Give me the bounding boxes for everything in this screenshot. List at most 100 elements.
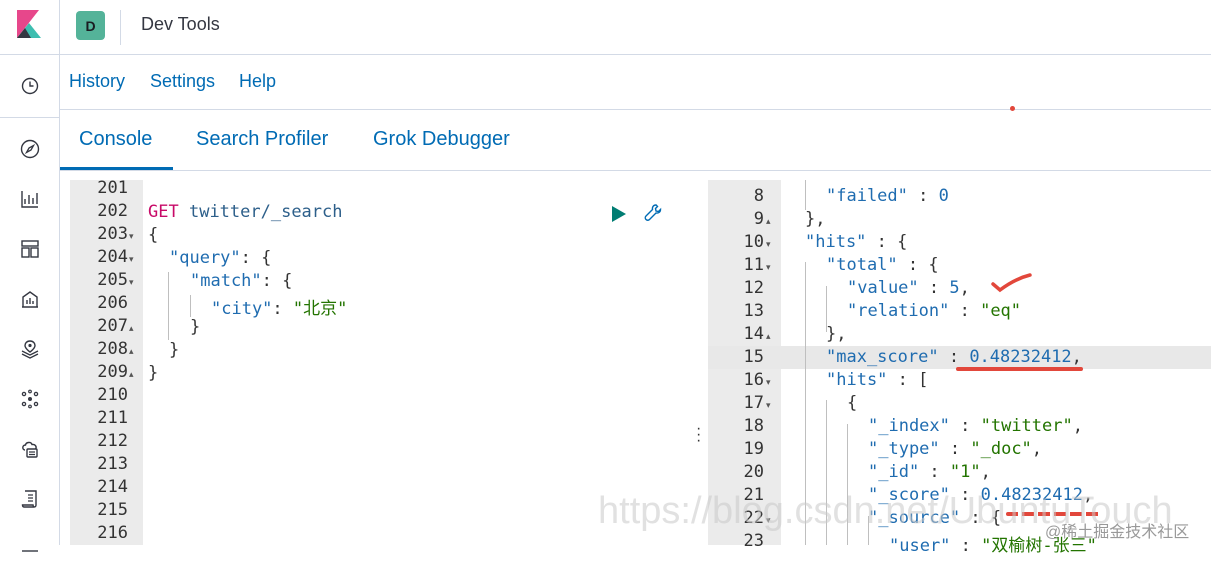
checkmark-annotation bbox=[991, 273, 1032, 293]
line-number: 201 bbox=[97, 178, 128, 198]
fold-arrow-down-icon[interactable]: ▾ bbox=[766, 377, 771, 388]
tab-grok-debugger[interactable]: Grok Debugger bbox=[373, 128, 510, 151]
kibana-logo-icon bbox=[17, 10, 41, 38]
recently-viewed-button[interactable] bbox=[14, 70, 46, 102]
id-value: "1" bbox=[949, 462, 981, 482]
resp-index-line: "_index" : "twitter", bbox=[868, 416, 1083, 436]
header-divider bbox=[120, 10, 121, 45]
line-number: 214 bbox=[97, 477, 128, 497]
fold-arrow-down-icon[interactable]: ▾ bbox=[766, 239, 771, 250]
canvas-icon bbox=[22, 291, 38, 308]
resp-failed-line: "failed" : 0 bbox=[826, 186, 949, 206]
resp-relation-line: "relation" : "eq" bbox=[847, 301, 1022, 321]
request-editor[interactable]: 201 202 203 ▾ 204 ▾ 205 ▾ 206 207 ▴ 208 ▴ 209 ▴ 210 211 2… bbox=[70, 178, 690, 545]
source-credit: @稀土掘金技术社区 bbox=[1045, 524, 1190, 541]
help-link[interactable]: Help bbox=[239, 71, 276, 92]
wrench-icon[interactable] bbox=[643, 202, 665, 224]
line-number: 15 bbox=[743, 347, 764, 367]
code-match-line: "match": { bbox=[190, 271, 293, 291]
relation-key: "relation" bbox=[847, 301, 950, 321]
fold-arrow-up-icon[interactable]: ▴ bbox=[766, 216, 771, 227]
fold-arrow-down-icon[interactable]: ▾ bbox=[129, 254, 134, 265]
line-number: 23 bbox=[743, 531, 764, 551]
fold-arrow-down-icon[interactable]: ▾ bbox=[766, 400, 771, 411]
type-value: "_doc" bbox=[970, 439, 1032, 459]
play-icon[interactable] bbox=[610, 204, 628, 224]
city-key: "city" bbox=[211, 299, 273, 319]
line-number: 205 bbox=[97, 270, 128, 290]
maps-icon bbox=[21, 340, 39, 359]
max-score-key: "max_score" bbox=[826, 347, 939, 367]
id-key: "_id" bbox=[868, 462, 920, 482]
fold-arrow-up-icon[interactable]: ▴ bbox=[129, 323, 134, 334]
active-tab-indicator bbox=[60, 167, 173, 170]
code-open-brace: { bbox=[148, 225, 159, 245]
code-close-outer: } bbox=[148, 363, 159, 383]
nav-maps[interactable] bbox=[14, 333, 46, 365]
tab-search-profiler[interactable]: Search Profiler bbox=[196, 128, 328, 151]
side-nav bbox=[0, 55, 60, 552]
value-key: "value" bbox=[847, 278, 919, 298]
resp-total-line: "total" : { bbox=[826, 255, 939, 275]
resp-hits-line: "hits" : { bbox=[805, 232, 908, 252]
nav-logs[interactable] bbox=[14, 483, 46, 515]
code-close-inner: } bbox=[190, 317, 201, 337]
nav-visualize[interactable] bbox=[14, 183, 46, 215]
line-number: 203 bbox=[97, 224, 128, 244]
fold-arrow-up-icon[interactable]: ▴ bbox=[129, 369, 134, 380]
ml-icon bbox=[21, 389, 39, 409]
tool-tabs: Console Search Profiler Grok Debugger bbox=[60, 111, 1211, 171]
value-value: 5 bbox=[949, 278, 960, 298]
match-key: "match" bbox=[190, 271, 262, 291]
fold-arrow-down-icon[interactable]: ▾ bbox=[129, 231, 134, 242]
line-number: 212 bbox=[97, 431, 128, 451]
line-number: 13 bbox=[743, 301, 764, 321]
line-number: 204 bbox=[97, 247, 128, 267]
line-number: 216 bbox=[97, 523, 128, 543]
nav-discover[interactable] bbox=[14, 133, 46, 165]
line-number: 10 bbox=[743, 232, 764, 252]
visualize-icon bbox=[21, 191, 38, 208]
code-close-mid: } bbox=[169, 340, 180, 360]
fold-arrow-down-icon[interactable]: ▾ bbox=[766, 262, 771, 273]
nav-infrastructure[interactable] bbox=[14, 433, 46, 465]
line-number: 210 bbox=[97, 385, 128, 405]
failed-value: 0 bbox=[938, 186, 949, 206]
kibana-logo[interactable] bbox=[0, 0, 60, 55]
settings-link[interactable]: Settings bbox=[150, 71, 215, 92]
stack-monitoring-icon bbox=[22, 441, 38, 458]
line-number: 11 bbox=[743, 255, 764, 275]
line-number: 18 bbox=[743, 416, 764, 436]
request-method: GET bbox=[148, 202, 179, 222]
line-number: 12 bbox=[743, 278, 764, 298]
line-number: 209 bbox=[97, 362, 128, 382]
clock-icon bbox=[21, 77, 39, 95]
indent-guide bbox=[805, 180, 806, 210]
resp-open-hit: { bbox=[847, 393, 858, 413]
history-link[interactable]: History bbox=[69, 71, 125, 92]
index-key: "_index" bbox=[868, 416, 950, 436]
nav-machine-learning[interactable] bbox=[14, 383, 46, 415]
fold-arrow-down-icon[interactable]: ▾ bbox=[129, 277, 134, 288]
dashboard-icon bbox=[21, 240, 39, 258]
tab-console[interactable]: Console bbox=[79, 128, 152, 151]
nav-more[interactable] bbox=[14, 530, 46, 562]
top-bar: D Dev Tools bbox=[0, 0, 1211, 55]
space-avatar[interactable]: D bbox=[76, 11, 105, 40]
line-number: 202 bbox=[97, 201, 128, 221]
line-number: 20 bbox=[743, 462, 764, 482]
type-key: "_type" bbox=[868, 439, 940, 459]
logs-icon bbox=[21, 490, 37, 508]
apm-icon bbox=[22, 550, 38, 552]
fold-arrow-up-icon[interactable]: ▴ bbox=[766, 331, 771, 342]
resp-id-line: "_id" : "1", bbox=[868, 462, 991, 482]
line-number: 211 bbox=[97, 408, 128, 428]
line-number: 16 bbox=[743, 370, 764, 390]
line-number: 14 bbox=[743, 324, 764, 344]
fold-arrow-up-icon[interactable]: ▴ bbox=[129, 346, 134, 357]
nav-canvas[interactable] bbox=[14, 283, 46, 315]
line-number: 8 bbox=[753, 186, 764, 206]
nav-dashboard[interactable] bbox=[14, 233, 46, 265]
total-key: "total" bbox=[826, 255, 898, 275]
indent-guide bbox=[190, 295, 191, 317]
